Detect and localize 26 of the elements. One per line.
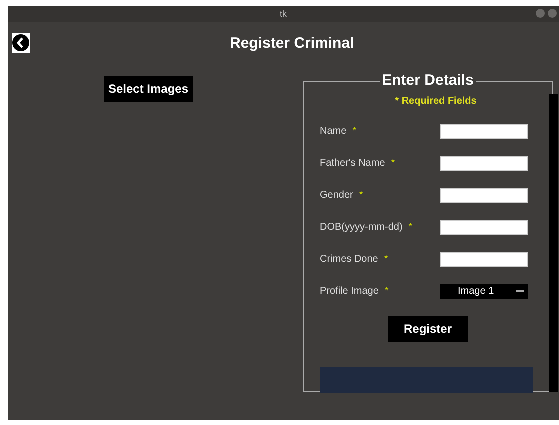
required-mark: *: [408, 222, 413, 232]
register-button[interactable]: Register: [388, 316, 468, 342]
page-title: Register Criminal: [230, 34, 354, 52]
field-label: Gender: [320, 190, 354, 200]
input-field[interactable]: [440, 188, 528, 202]
input-field[interactable]: [440, 252, 528, 266]
select-images-button[interactable]: Select Images: [104, 76, 193, 102]
input-field[interactable]: [440, 124, 528, 138]
panel-title: Enter Details: [381, 74, 475, 88]
field-label: Father's Name: [320, 158, 386, 168]
input-field[interactable]: [440, 220, 528, 234]
scrollbar[interactable]: [549, 94, 558, 392]
window-title: tk: [280, 9, 287, 19]
field-label: DOB(yyyy-mm-dd): [320, 222, 403, 232]
field-label: Crimes Done: [320, 254, 378, 264]
field-label: Name: [320, 126, 347, 136]
required-mark: *: [391, 158, 396, 168]
back-icon[interactable]: [12, 33, 30, 53]
required-note: * Required Fields: [394, 96, 478, 107]
field-label: Profile Image: [320, 286, 379, 296]
required-mark: *: [384, 254, 388, 264]
image-dropdown[interactable]: Image 1: [440, 284, 528, 298]
input-field[interactable]: [440, 156, 528, 170]
required-mark: *: [352, 126, 357, 136]
required-mark: *: [384, 286, 389, 296]
required-mark: *: [359, 190, 364, 200]
